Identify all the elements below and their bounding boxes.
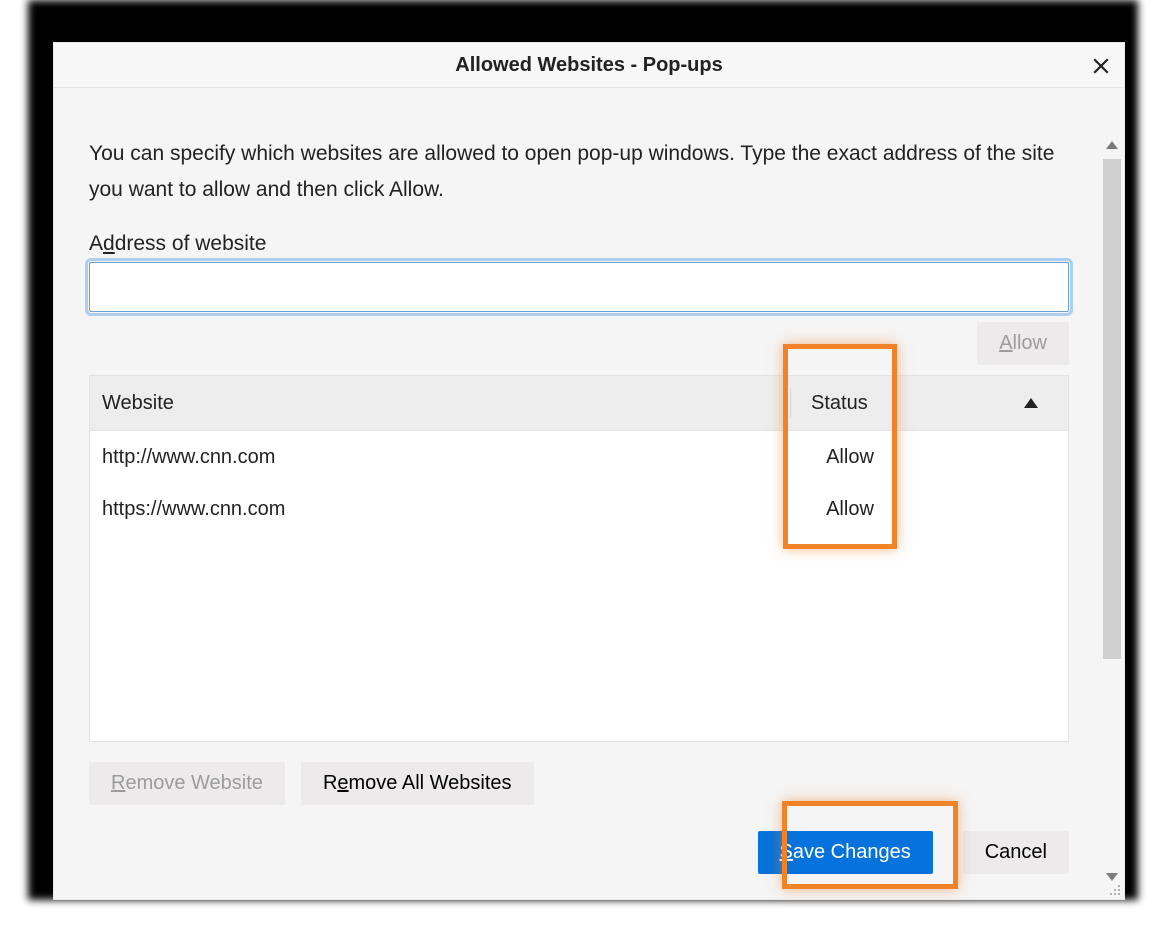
address-input[interactable] — [89, 262, 1069, 312]
remove-all-websites-button[interactable]: Remove All Websites — [301, 762, 534, 805]
cell-website: https://www.cnn.com — [90, 498, 790, 521]
scroll-thumb[interactable] — [1103, 159, 1121, 659]
sort-asc-icon — [1024, 398, 1038, 408]
col-sort-indicator[interactable] — [890, 398, 1068, 408]
scrollbar[interactable] — [1100, 133, 1124, 889]
dialog-titlebar: Allowed Websites - Pop-ups — [54, 43, 1124, 88]
table-row[interactable]: https://www.cnn.com Allow — [90, 483, 1068, 535]
chevron-up-icon — [1106, 141, 1118, 149]
cell-status: Allow — [790, 446, 890, 469]
close-button[interactable] — [1082, 47, 1120, 85]
allowed-sites-table: Website Status http://www.cnn.com Allow … — [89, 375, 1069, 742]
resize-grip[interactable] — [1107, 882, 1121, 896]
dialog-title: Allowed Websites - Pop-ups — [455, 54, 722, 76]
scroll-up-button[interactable] — [1100, 133, 1124, 157]
dialog-content: You can specify which websites are allow… — [54, 88, 1124, 899]
popup-exceptions-dialog: Allowed Websites - Pop-ups You can s — [53, 42, 1125, 900]
cancel-button[interactable]: Cancel — [963, 831, 1069, 874]
col-header-website[interactable]: Website — [90, 392, 790, 415]
resize-icon — [1107, 882, 1121, 896]
cell-status: Allow — [790, 498, 890, 521]
allow-button[interactable]: Allow — [977, 322, 1069, 365]
save-changes-button[interactable]: Save Changes — [758, 831, 933, 874]
address-label: Address of website — [89, 232, 1069, 256]
col-header-status[interactable]: Status — [790, 388, 890, 418]
cell-website: http://www.cnn.com — [90, 446, 790, 469]
table-row[interactable]: http://www.cnn.com Allow — [90, 431, 1068, 483]
table-header[interactable]: Website Status — [90, 376, 1068, 431]
remove-website-button[interactable]: Remove Website — [89, 762, 285, 805]
close-icon — [1092, 57, 1110, 75]
dialog-description: You can specify which websites are allow… — [89, 136, 1069, 207]
chevron-down-icon — [1106, 873, 1118, 881]
table-body: http://www.cnn.com Allow https://www.cnn… — [90, 431, 1068, 741]
